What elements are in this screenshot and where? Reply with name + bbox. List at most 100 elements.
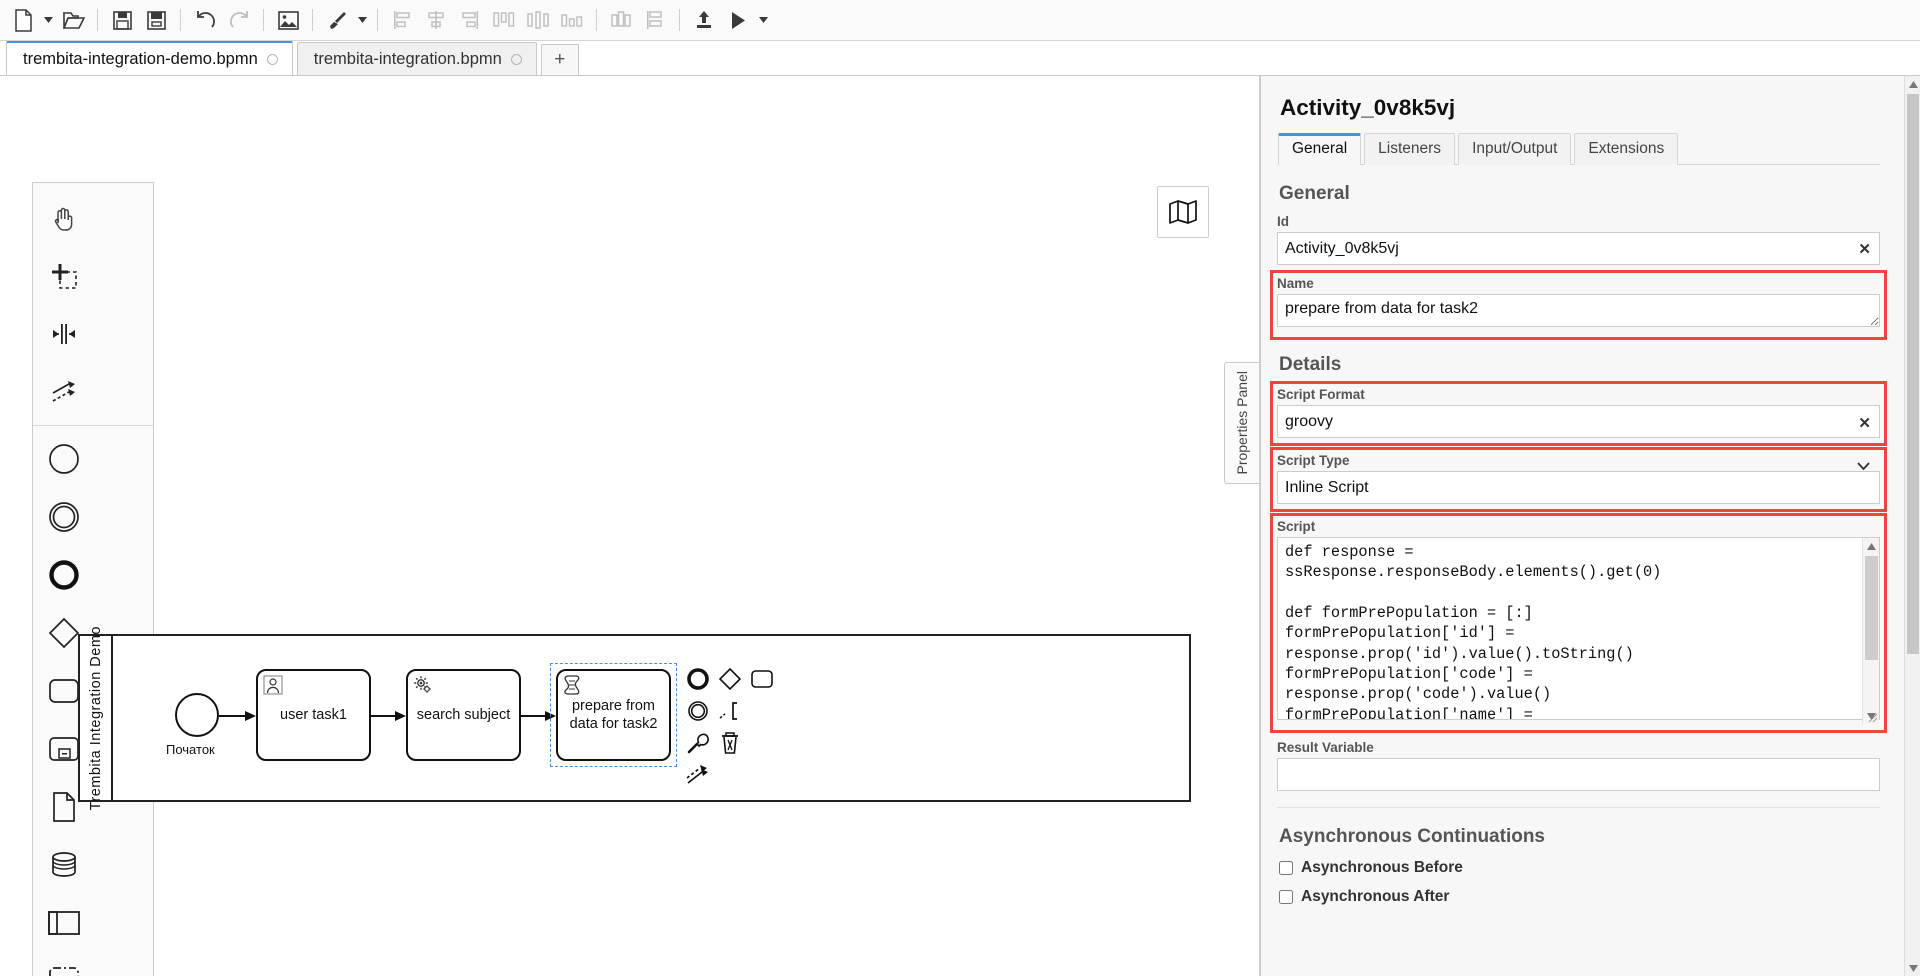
connect-action[interactable] — [683, 760, 713, 790]
properties-panel-toggle[interactable]: Properties Panel — [1224, 362, 1259, 484]
tab-dirty-indicator-icon[interactable] — [266, 53, 278, 65]
export-image-button[interactable] — [271, 4, 305, 36]
tab-dirty-indicator-icon[interactable] — [510, 53, 522, 65]
set-color-button[interactable] — [320, 4, 354, 36]
field-script: Script — [1277, 519, 1880, 725]
tab-general[interactable]: General — [1278, 133, 1362, 165]
new-diagram-caret-icon[interactable] — [40, 4, 56, 36]
context-pad — [683, 664, 777, 790]
deploy-button[interactable] — [687, 4, 721, 36]
align-bottom-button[interactable] — [555, 4, 589, 36]
distribute-horizontal-button[interactable] — [604, 4, 638, 36]
create-group[interactable] — [33, 952, 94, 976]
lasso-tool[interactable] — [33, 247, 94, 305]
sequence-flow-1[interactable] — [219, 708, 259, 724]
append-gateway-action[interactable] — [715, 664, 745, 694]
sequence-flow-3[interactable] — [519, 708, 559, 724]
run-button[interactable] — [721, 4, 755, 36]
field-id: Id ✕ — [1277, 214, 1880, 265]
pool-lane-header[interactable]: Trembita Integration Demo — [80, 626, 113, 810]
align-top-button[interactable] — [487, 4, 521, 36]
script-scroll-thumb[interactable] — [1865, 556, 1878, 660]
create-data-store[interactable] — [33, 836, 94, 894]
align-left-button[interactable] — [385, 4, 419, 36]
script-scroll-up-icon[interactable] — [1863, 538, 1879, 554]
panel-scroll-thumb[interactable] — [1907, 94, 1919, 654]
create-end-event[interactable] — [33, 546, 94, 604]
script-resize-grip[interactable] — [1868, 713, 1878, 723]
append-intermediate-event-action[interactable] — [683, 696, 713, 726]
task-user-task1[interactable]: user task1 — [256, 669, 371, 761]
context-pad-spacer — [747, 728, 777, 758]
clear-id-icon[interactable]: ✕ — [1858, 242, 1871, 257]
save-as-button[interactable] — [139, 4, 173, 36]
append-text-annotation-action[interactable] — [715, 696, 745, 726]
script-format-field-highlight: Script Format ✕ — [1270, 381, 1887, 446]
script-type-field-highlight: Script Type Inline Script External Resou… — [1270, 447, 1887, 512]
hand-tool[interactable] — [33, 189, 94, 247]
toggle-minimap-button[interactable] — [1157, 186, 1209, 238]
redo-button[interactable] — [222, 4, 256, 36]
script-format-input[interactable] — [1277, 405, 1880, 438]
script-task-icon — [564, 675, 580, 695]
async-after-checkbox[interactable] — [1279, 890, 1293, 904]
run-caret-icon[interactable] — [755, 4, 771, 36]
create-intermediate-event[interactable] — [33, 488, 94, 546]
save-file-button[interactable] — [105, 4, 139, 36]
bpmn-palette — [32, 182, 154, 976]
append-task-action[interactable] — [747, 664, 777, 694]
create-participant-pool[interactable] — [33, 894, 94, 952]
distribute-vertical-button[interactable] — [638, 4, 672, 36]
script-textarea[interactable] — [1277, 537, 1880, 720]
change-element-action[interactable] — [683, 728, 713, 758]
align-right-button[interactable] — [453, 4, 487, 36]
async-before-row[interactable]: Asynchronous Before — [1279, 859, 1880, 877]
script-format-label: Script Format — [1277, 387, 1365, 402]
create-start-event[interactable] — [33, 430, 94, 488]
align-center-button[interactable] — [419, 4, 453, 36]
properties-scroll-area[interactable]: Activity_0v8k5vj General Listeners Input… — [1261, 76, 1920, 976]
toolbar-separator — [377, 9, 378, 31]
map-icon — [1169, 200, 1197, 224]
tab-trembita-integration[interactable]: trembita-integration.bpmn — [296, 42, 537, 75]
properties-panel-scrollbar[interactable] — [1904, 76, 1920, 976]
new-diagram-button[interactable] — [6, 4, 40, 36]
task-label: prepare from data for task2 — [569, 697, 658, 732]
align-middle-button[interactable] — [521, 4, 555, 36]
panel-scroll-up-icon[interactable] — [1905, 76, 1920, 92]
properties-tabs: General Listeners Input/Output Extension… — [1278, 132, 1880, 165]
add-tab-button[interactable]: + — [540, 44, 579, 75]
clear-script-format-icon[interactable]: ✕ — [1858, 416, 1871, 431]
tab-extensions[interactable]: Extensions — [1574, 133, 1679, 165]
async-after-row[interactable]: Asynchronous After — [1279, 888, 1880, 906]
tab-trembita-integration-demo[interactable]: trembita-integration-demo.bpmn — [6, 41, 293, 75]
script-type-select[interactable]: Inline Script External Resource — [1277, 471, 1880, 504]
async-before-checkbox[interactable] — [1279, 861, 1293, 875]
script-label: Script — [1277, 519, 1316, 534]
result-variable-input[interactable] — [1277, 758, 1880, 791]
global-connect-tool[interactable] — [33, 363, 94, 421]
panel-scroll-down-icon[interactable] — [1905, 960, 1920, 976]
sequence-flow-2[interactable] — [369, 708, 409, 724]
append-end-event-action[interactable] — [683, 664, 713, 694]
name-textarea[interactable] — [1277, 294, 1880, 327]
undo-button[interactable] — [188, 4, 222, 36]
tab-listeners[interactable]: Listeners — [1364, 133, 1456, 165]
editor-tabs: trembita-integration-demo.bpmn trembita-… — [0, 41, 1920, 76]
bpmn-pool[interactable]: Trembita Integration Demo Початок user t… — [78, 626, 1191, 810]
script-scrollbar[interactable] — [1862, 538, 1879, 724]
async-after-label: Asynchronous After — [1301, 888, 1450, 905]
space-tool[interactable] — [33, 305, 94, 363]
tab-label: trembita-integration-demo.bpmn — [23, 49, 258, 68]
task-prepare-from-data-for-task2[interactable]: prepare from data for task2 — [556, 669, 671, 761]
start-event-shape[interactable] — [175, 693, 219, 737]
open-file-button[interactable] — [56, 4, 90, 36]
bpmn-canvas[interactable]: Trembita Integration Demo Початок user t… — [0, 76, 1260, 976]
properties-element-title: Activity_0v8k5vj — [1280, 95, 1456, 120]
id-input[interactable] — [1277, 232, 1880, 265]
delete-element-action[interactable] — [715, 728, 745, 758]
task-search-subject[interactable]: search subject — [406, 669, 521, 761]
set-color-caret-icon[interactable] — [354, 4, 370, 36]
editor-body: Trembita Integration Demo Початок user t… — [0, 76, 1920, 976]
tab-input-output[interactable]: Input/Output — [1458, 133, 1572, 165]
